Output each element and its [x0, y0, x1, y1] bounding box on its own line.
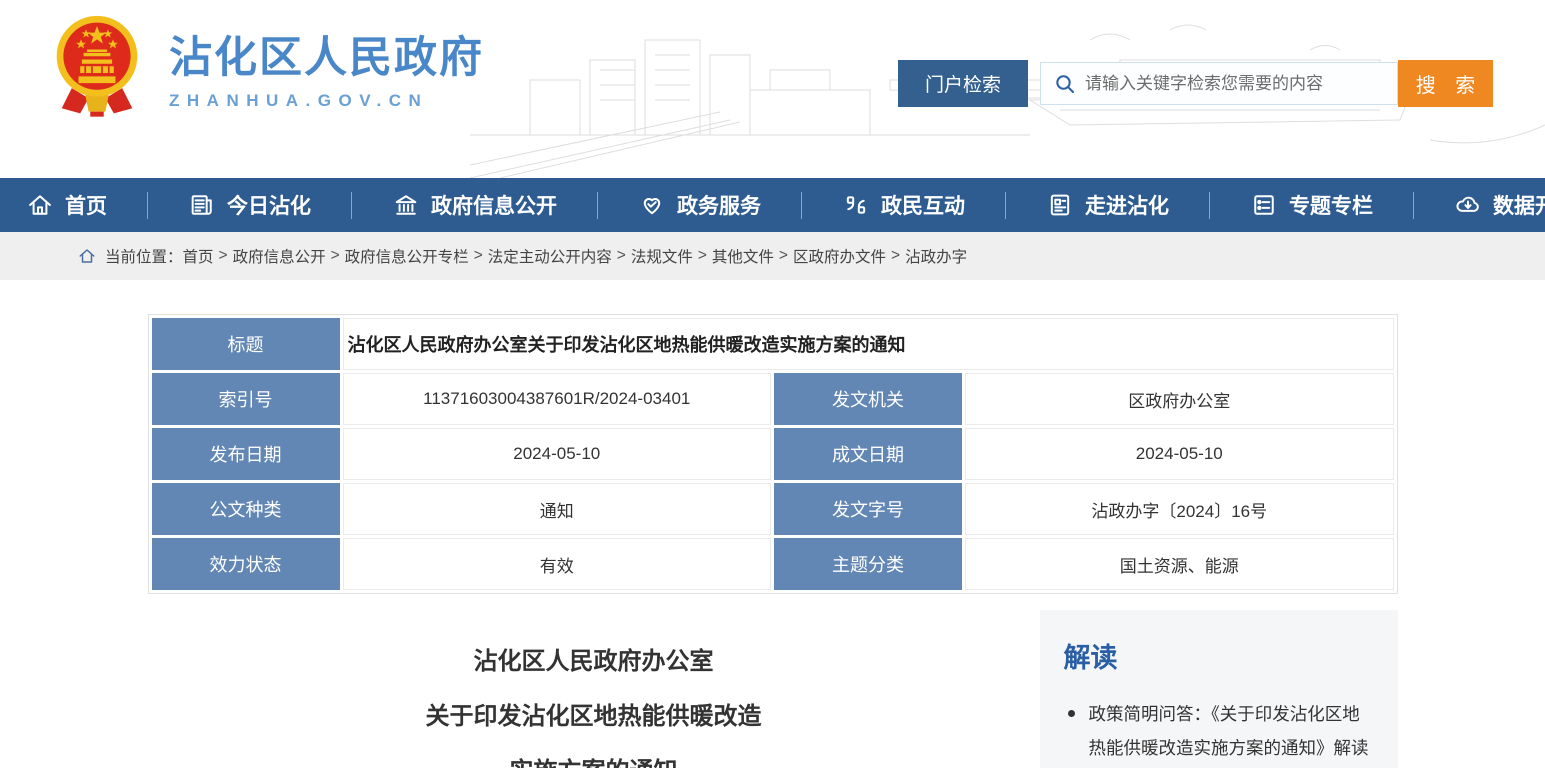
breadcrumb-prefix: 当前位置： [105, 245, 183, 267]
search-input[interactable] [1085, 74, 1385, 94]
breadcrumb-separator: > [617, 247, 626, 265]
meta-label-title: 标题 [152, 318, 340, 370]
meta-label-document-number: 发文字号 [774, 483, 962, 535]
breadcrumb-separator: > [779, 247, 788, 265]
nav-item-gov-info[interactable]: 政府信息公开 [352, 190, 597, 220]
search-button[interactable]: 搜 索 [1398, 60, 1493, 107]
nav-label: 走进沾化 [1085, 190, 1169, 220]
interpretation-panel: 解读 政策简明问答：《关于印发沾化区地热能供暖改造实施方案的通知》解读 [1040, 610, 1398, 768]
nav-label: 政务服务 [677, 190, 761, 220]
nav-label: 专题专栏 [1289, 190, 1373, 220]
nav-label: 首页 [65, 190, 107, 220]
meta-row: 公文种类 通知 发文字号 沾政办字〔2024〕16号 [152, 483, 1394, 535]
breadcrumb-item[interactable]: 首页 [183, 245, 214, 267]
portal-search-button[interactable]: 门户检索 [898, 60, 1028, 107]
breadcrumb-item[interactable]: 沾政办字 [905, 245, 967, 267]
meta-label-validity-status: 效力状态 [152, 538, 340, 590]
meta-row-title: 标题 沾化区人民政府办公室关于印发沾化区地热能供暖改造实施方案的通知 [152, 318, 1394, 370]
search-icon [1054, 73, 1076, 95]
breadcrumb-separator: > [219, 247, 228, 265]
nav-label: 政民互动 [881, 190, 965, 220]
meta-value-document-type: 通知 [343, 483, 772, 535]
national-emblem-icon [55, 12, 139, 134]
meta-label-subject-category: 主题分类 [774, 538, 962, 590]
header-search-group: 门户检索 搜 索 [898, 60, 1493, 107]
meta-label-issuing-agency: 发文机关 [774, 373, 962, 425]
meta-value-issue-date: 2024-05-10 [965, 428, 1394, 480]
nav-item-home[interactable]: 首页 [0, 190, 147, 220]
breadcrumb-separator: > [891, 247, 900, 265]
document-title-line: 沾化区人民政府办公室 [148, 634, 1040, 689]
breadcrumb-separator: > [474, 247, 483, 265]
meta-row: 索引号 11371603004387601R/2024-03401 发文机关 区… [152, 373, 1394, 425]
nav-label: 数据开放 [1493, 190, 1545, 220]
breadcrumb-home-icon [78, 247, 96, 265]
meta-label-publish-date: 发布日期 [152, 428, 340, 480]
nav-item-about-zhanhua[interactable]: 走进沾化 [1006, 190, 1209, 220]
main-nav: 首页 今日沾化 政府信息公开 政务服务 [0, 178, 1545, 232]
home-icon [26, 191, 54, 219]
meta-label-index-number: 索引号 [152, 373, 340, 425]
meta-value-validity-status: 有效 [343, 538, 772, 590]
document-title-line: 实施方案的通知 [148, 744, 1040, 768]
site-domain: ZHANHUA.GOV.CN [169, 91, 484, 111]
meta-value-document-number: 沾政办字〔2024〕16号 [965, 483, 1394, 535]
document-title-line: 关于印发沾化区地热能供暖改造 [148, 689, 1040, 744]
site-logo[interactable]: 沾化区人民政府 ZHANHUA.GOV.CN [55, 12, 484, 134]
meta-row: 效力状态 有效 主题分类 国土资源、能源 [152, 538, 1394, 590]
document-title: 沾化区人民政府办公室 关于印发沾化区地热能供暖改造 实施方案的通知 [148, 610, 1040, 768]
meta-value-publish-date: 2024-05-10 [343, 428, 772, 480]
breadcrumb-separator: > [698, 247, 707, 265]
breadcrumb-item[interactable]: 法规文件 [631, 245, 693, 267]
meta-value-title: 沾化区人民政府办公室关于印发沾化区地热能供暖改造实施方案的通知 [343, 318, 1394, 370]
breadcrumb-item[interactable]: 政府信息公开专栏 [345, 245, 469, 267]
handshake-icon [638, 191, 666, 219]
site-header: 沾化区人民政府 ZHANHUA.GOV.CN 门户检索 搜 索 [0, 0, 1545, 178]
search-box[interactable] [1040, 62, 1398, 105]
site-name: 沾化区人民政府 [169, 35, 484, 82]
nav-item-today-zhanhua[interactable]: 今日沾化 [148, 190, 351, 220]
newspaper-icon [188, 191, 216, 219]
bank-icon [392, 191, 420, 219]
main-content: 标题 沾化区人民政府办公室关于印发沾化区地热能供暖改造实施方案的通知 索引号 1… [148, 314, 1398, 768]
nav-item-open-data[interactable]: 数据开放 [1414, 190, 1545, 220]
interpretation-item: 政策简明问答：《关于印发沾化区地热能供暖改造实施方案的通知》解读 [1064, 697, 1374, 765]
meta-row: 发布日期 2024-05-10 成文日期 2024-05-10 [152, 428, 1394, 480]
breadcrumb-separator: > [331, 247, 340, 265]
document-meta-table: 标题 沾化区人民政府办公室关于印发沾化区地热能供暖改造实施方案的通知 索引号 1… [148, 314, 1398, 594]
meta-value-issuing-agency: 区政府办公室 [965, 373, 1394, 425]
breadcrumb-item[interactable]: 区政府办文件 [793, 245, 886, 267]
meta-label-issue-date: 成文日期 [774, 428, 962, 480]
nav-label: 政府信息公开 [431, 190, 557, 220]
meta-label-document-type: 公文种类 [152, 483, 340, 535]
meta-value-subject-category: 国土资源、能源 [965, 538, 1394, 590]
breadcrumb-item[interactable]: 法定主动公开内容 [488, 245, 612, 267]
quote-dialog-icon [842, 191, 870, 219]
breadcrumb-item[interactable]: 其他文件 [712, 245, 774, 267]
nav-label: 今日沾化 [227, 190, 311, 220]
nav-item-gov-services[interactable]: 政务服务 [598, 190, 801, 220]
bullet-icon [1068, 710, 1075, 717]
nav-item-public-interaction[interactable]: 政民互动 [802, 190, 1005, 220]
nav-item-special-topics[interactable]: 专题专栏 [1210, 190, 1413, 220]
site-title-block: 沾化区人民政府 ZHANHUA.GOV.CN [169, 35, 484, 110]
interpretation-link[interactable]: 政策简明问答：《关于印发沾化区地热能供暖改造实施方案的通知》解读 [1089, 697, 1374, 765]
list-icon [1250, 191, 1278, 219]
breadcrumb-item[interactable]: 政府信息公开 [233, 245, 326, 267]
interpretation-heading: 解读 [1064, 636, 1374, 675]
meta-value-index-number: 11371603004387601R/2024-03401 [343, 373, 772, 425]
breadcrumb: 当前位置： 首页 > 政府信息公开 > 政府信息公开专栏 > 法定主动公开内容 … [0, 232, 1545, 280]
document-icon [1046, 191, 1074, 219]
cloud-download-icon [1454, 191, 1482, 219]
